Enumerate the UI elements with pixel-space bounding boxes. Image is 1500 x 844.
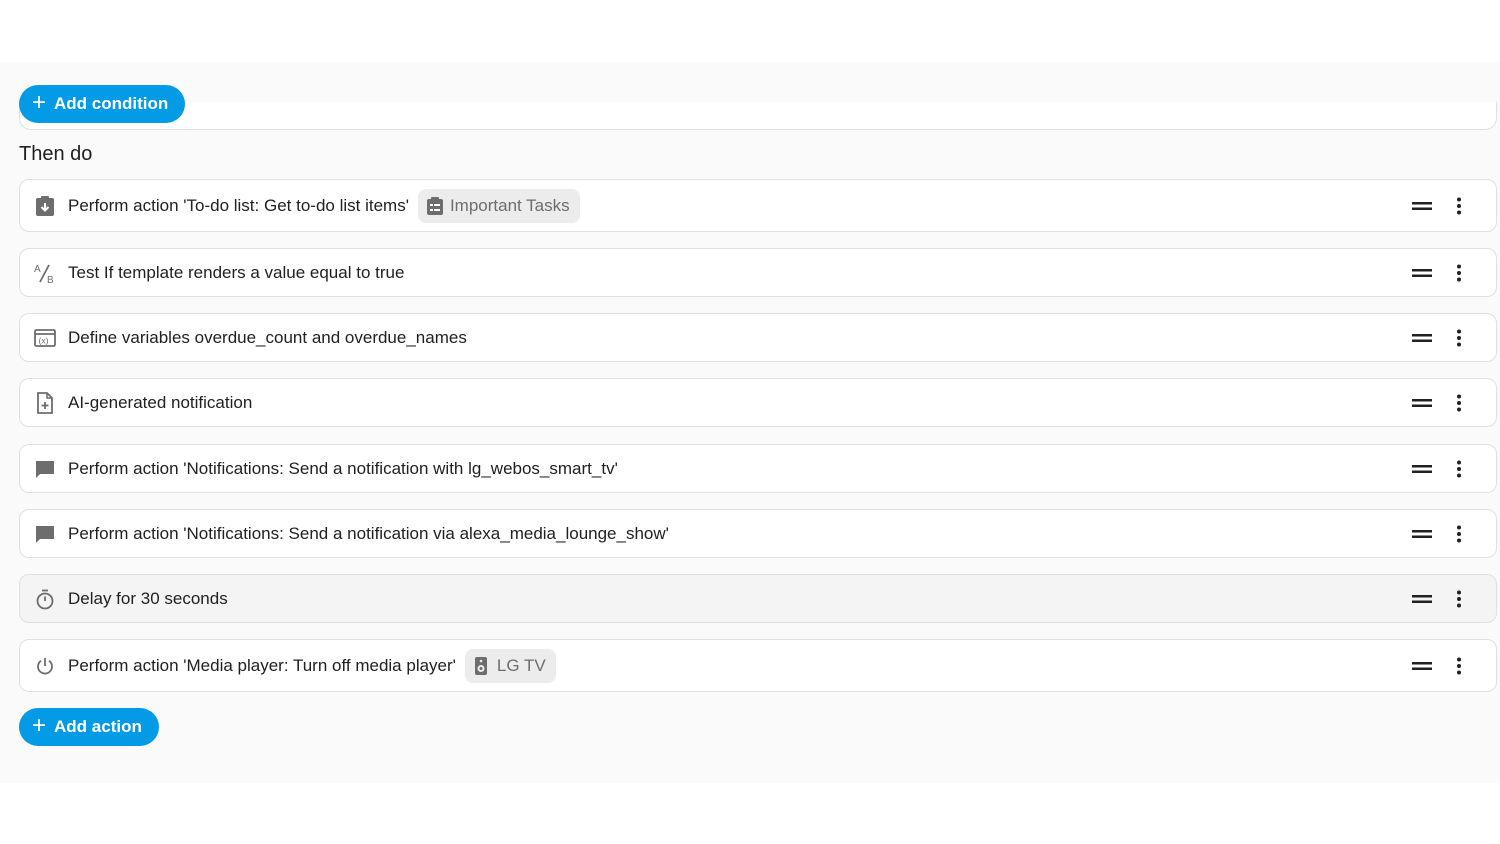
action-row-turn-off-media[interactable]: Perform action 'Media player: Turn off m… [19, 639, 1497, 692]
condition-card-bottom [19, 102, 1497, 130]
action-label: Delay for 30 seconds [68, 588, 228, 608]
action-label: Perform action 'Media player: Turn off m… [68, 655, 456, 675]
more-vert-icon[interactable] [1447, 457, 1471, 481]
timer-icon [33, 587, 57, 611]
action-row-ai-notification[interactable]: AI-generated notification [19, 378, 1497, 427]
more-vert-icon[interactable] [1447, 587, 1471, 611]
message-icon [33, 457, 57, 481]
variable-box-icon: (x) [33, 326, 57, 350]
action-row-get-todo-items[interactable]: Perform action 'To-do list: Get to-do li… [19, 179, 1497, 232]
action-row-notify-lg-tv[interactable]: Perform action 'Notifications: Send a no… [19, 444, 1497, 493]
drag-handle-icon[interactable] [1412, 391, 1432, 415]
more-vert-icon[interactable] [1447, 654, 1471, 678]
drag-handle-icon[interactable] [1412, 654, 1432, 678]
section-title-then-do: Then do [19, 143, 93, 165]
file-plus-icon [33, 391, 57, 415]
action-label: AI-generated notification [68, 392, 253, 412]
drag-handle-icon[interactable] [1412, 261, 1432, 285]
drag-handle-icon[interactable] [1412, 457, 1432, 481]
more-vert-icon[interactable] [1447, 391, 1471, 415]
plus-icon: + [32, 712, 47, 739]
action-label: Perform action 'Notifications: Send a no… [68, 523, 669, 543]
plus-icon: + [32, 89, 47, 116]
drag-handle-icon[interactable] [1412, 587, 1432, 611]
clipboard-arrow-down-icon [33, 194, 57, 218]
action-row-test-template[interactable]: AB Test If template renders a value equa… [19, 248, 1497, 297]
more-vert-icon[interactable] [1447, 261, 1471, 285]
clipboard-list-icon [426, 196, 444, 216]
drag-handle-icon[interactable] [1412, 194, 1432, 218]
action-label: Perform action 'To-do list: Get to-do li… [68, 195, 409, 215]
add-condition-button[interactable]: + Add condition [19, 85, 186, 123]
speaker-icon [473, 656, 491, 676]
message-icon [33, 522, 57, 546]
add-condition-label: Add condition [54, 94, 169, 113]
svg-text:(x): (x) [39, 335, 49, 345]
entity-chip-important-tasks[interactable]: Important Tasks [417, 188, 580, 223]
drag-handle-icon[interactable] [1412, 522, 1432, 546]
add-action-label: Add action [54, 717, 142, 736]
action-label: Test If template renders a value equal t… [68, 262, 405, 282]
a-b-testing-icon: AB [33, 261, 57, 285]
drag-handle-icon[interactable] [1412, 326, 1432, 350]
more-vert-icon[interactable] [1447, 194, 1471, 218]
action-row-notify-alexa[interactable]: Perform action 'Notifications: Send a no… [19, 509, 1497, 558]
chip-label: Important Tasks [449, 195, 570, 215]
action-label: Define variables overdue_count and overd… [68, 327, 467, 347]
add-action-button[interactable]: + Add action [19, 708, 159, 746]
more-vert-icon[interactable] [1447, 326, 1471, 350]
action-row-delay[interactable]: Delay for 30 seconds [19, 574, 1497, 623]
action-label: Perform action 'Notifications: Send a no… [68, 458, 618, 478]
action-row-define-variables[interactable]: (x) Define variables overdue_count and o… [19, 313, 1497, 362]
power-icon [33, 654, 57, 678]
svg-text:A: A [34, 264, 41, 275]
entity-chip-lg-tv[interactable]: LG TV [464, 648, 556, 683]
svg-text:B: B [47, 275, 54, 284]
more-vert-icon[interactable] [1447, 522, 1471, 546]
chip-label: LG TV [496, 655, 546, 675]
